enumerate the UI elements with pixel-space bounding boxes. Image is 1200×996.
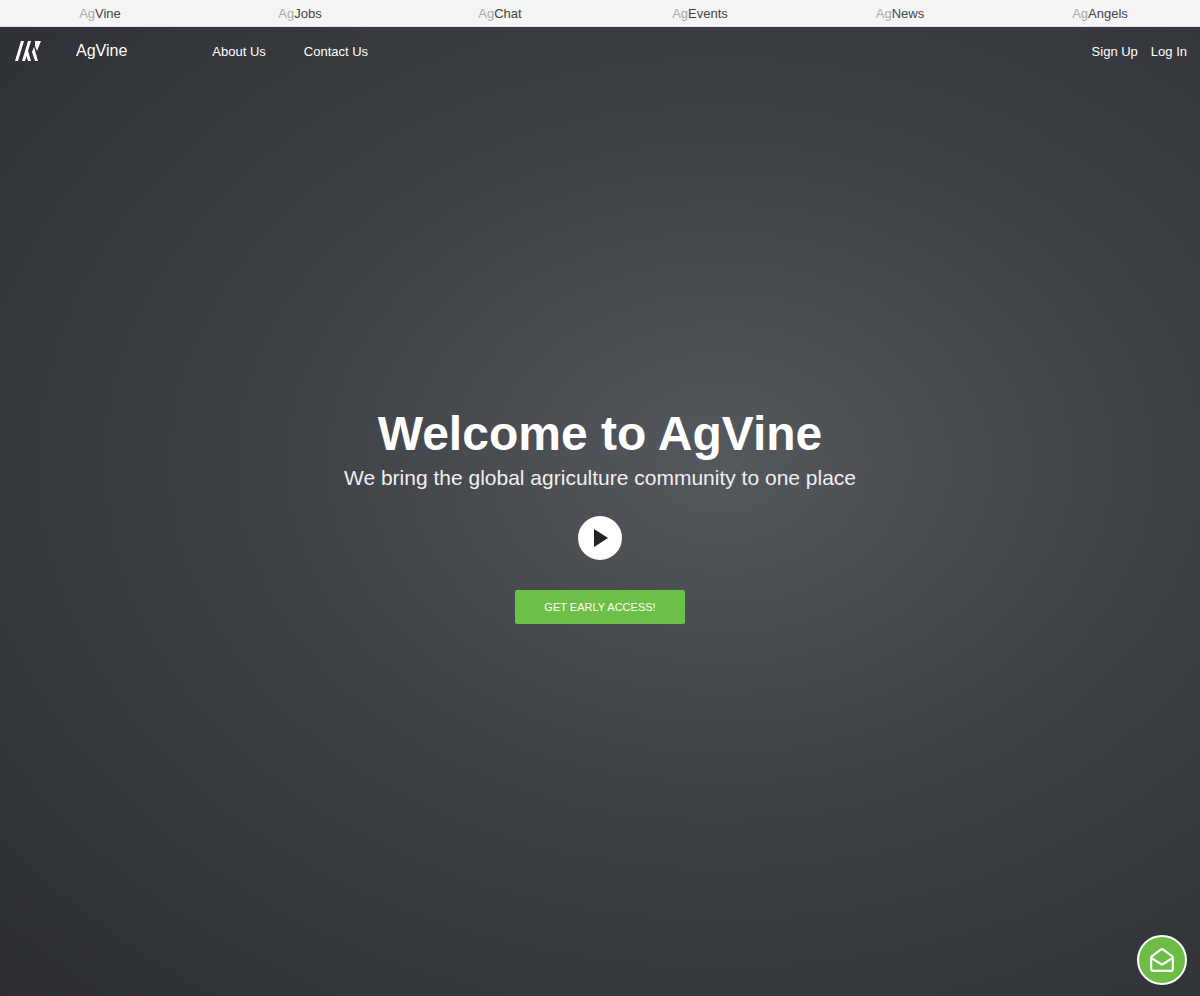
top-bar: AgVineAgJobsAgChatAgEventsAgNewsAgAngels xyxy=(0,0,1200,27)
top-bar-item[interactable]: AgNews xyxy=(800,6,1000,21)
hero-content: Welcome to AgVineWe bring the global agr… xyxy=(0,75,1200,624)
top-bar-item[interactable]: AgVine xyxy=(0,6,200,21)
top-bar-item[interactable]: AgAngels xyxy=(1000,6,1200,21)
top-bar-item[interactable]: AgEvents xyxy=(600,6,800,21)
hero: AgVine About Us Contact Us Sign Up Log In Wel… xyxy=(0,27,1200,996)
early-access-button[interactable]: GET EARLY ACCESS! xyxy=(515,590,685,624)
page: AgVineAgJobsAgChatAgEventsAgNewsAgAngels… xyxy=(0,0,1200,996)
nav-action[interactable]: Sign Up xyxy=(1092,44,1138,59)
nav-actions: Sign Up Log In xyxy=(1092,44,1187,59)
hero-subtitle: We bring the global agriculture communit… xyxy=(344,463,856,493)
nav-link[interactable]: About Us xyxy=(212,44,265,59)
play-button[interactable] xyxy=(578,516,622,560)
nav-link[interactable]: Contact Us xyxy=(304,44,368,59)
logo-icon[interactable] xyxy=(15,41,41,61)
nav-bar: AgVine About Us Contact Us Sign Up Log In xyxy=(0,27,1200,75)
brand[interactable]: AgVine xyxy=(76,42,127,60)
play-icon xyxy=(591,528,609,548)
nav-action[interactable]: Log In xyxy=(1151,44,1187,59)
top-bar-item[interactable]: AgJobs xyxy=(200,6,400,21)
chat-button[interactable] xyxy=(1137,935,1187,985)
mail-open-icon xyxy=(1149,947,1175,973)
top-bar-item[interactable]: AgChat xyxy=(400,6,600,21)
hero-title: Welcome to AgVine xyxy=(378,405,823,463)
